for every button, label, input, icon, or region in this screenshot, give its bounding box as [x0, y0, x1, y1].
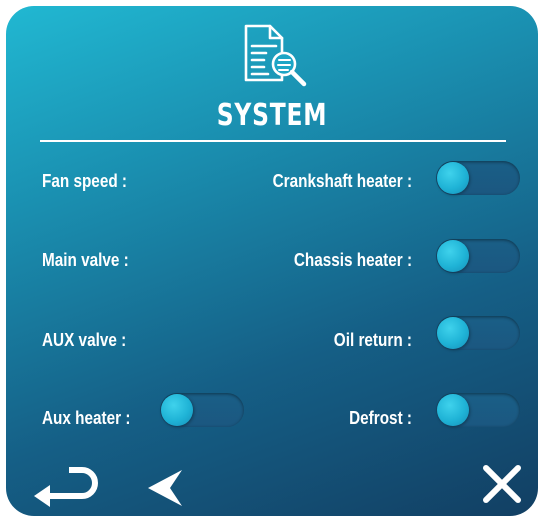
chassis-heater-toggle[interactable] — [436, 239, 520, 273]
aux-heater-toggle[interactable] — [160, 393, 244, 427]
aux-valve-label: AUX valve : — [42, 330, 127, 350]
toggle-knob — [161, 394, 193, 426]
document-search-icon — [244, 24, 307, 87]
close-icon[interactable] — [482, 464, 522, 504]
toggle-knob — [437, 162, 469, 194]
main-valve-label: Main valve : — [42, 250, 129, 270]
aux-heater-label: Aux heater : — [42, 408, 131, 428]
defrost-toggle[interactable] — [436, 393, 520, 427]
oil-return-label: Oil return : — [333, 330, 412, 350]
toggle-knob — [437, 317, 469, 349]
crankshaft-heater-toggle[interactable] — [436, 161, 520, 195]
back-arrow-icon[interactable] — [146, 466, 186, 510]
page-title: SYSTEM — [216, 98, 328, 133]
title-divider — [40, 140, 506, 142]
toggle-knob — [437, 240, 469, 272]
defrost-label: Defrost : — [349, 408, 412, 428]
oil-return-toggle[interactable] — [436, 316, 520, 350]
chassis-heater-label: Chassis heater : — [293, 250, 412, 270]
fan-speed-label: Fan speed : — [42, 171, 128, 191]
return-arrow-icon[interactable] — [32, 462, 102, 508]
toggle-knob — [437, 394, 469, 426]
crankshaft-heater-label: Crankshaft heater : — [272, 171, 412, 191]
system-panel: SYSTEM Fan speed : Main valve : AUX valv… — [6, 6, 538, 516]
